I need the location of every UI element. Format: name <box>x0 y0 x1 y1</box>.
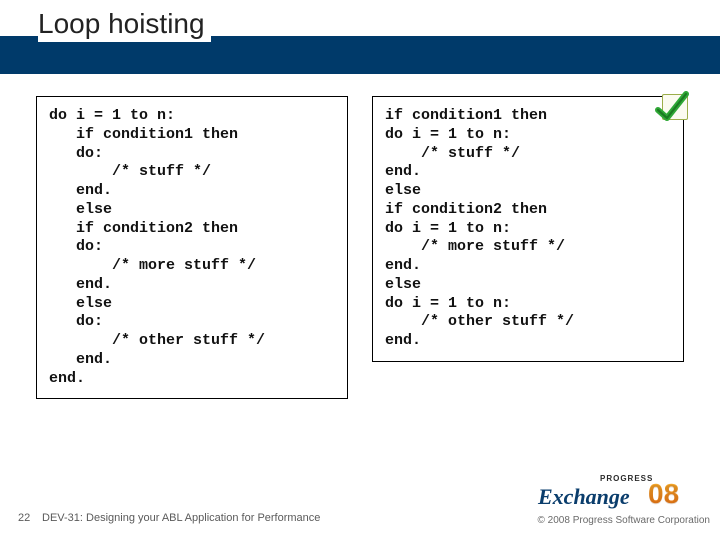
logo-exchange: Exchange <box>538 484 630 510</box>
checkmark-icon <box>650 88 690 128</box>
logo-progress: PROGRESS <box>600 474 653 483</box>
footer: PROGRESS Exchange 08 22 DEV-31: Designin… <box>0 484 720 530</box>
content-area: do i = 1 to n: if condition1 then do: /*… <box>36 96 684 399</box>
code-before: do i = 1 to n: if condition1 then do: /*… <box>36 96 348 399</box>
copyright: © 2008 Progress Software Corporation <box>538 515 710 526</box>
code-after: if condition1 then do i = 1 to n: /* stu… <box>372 96 684 362</box>
title-bar: Loop hoisting <box>0 0 720 68</box>
code-after-wrapper: if condition1 then do i = 1 to n: /* stu… <box>372 96 684 362</box>
slide-title: Loop hoisting <box>38 8 211 42</box>
logo-year: 08 <box>648 478 679 510</box>
page-number: 22 <box>18 512 30 524</box>
footer-title: DEV-31: Designing your ABL Application f… <box>42 512 320 524</box>
exchange-logo: PROGRESS Exchange 08 <box>538 478 688 512</box>
